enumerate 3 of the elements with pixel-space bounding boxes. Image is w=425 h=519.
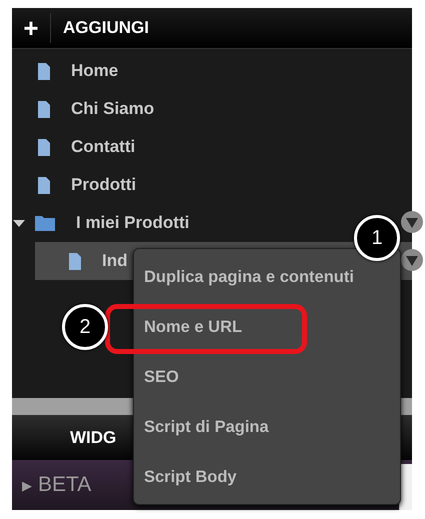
beta-label: BETA <box>38 473 92 497</box>
widgets-title: WIDG <box>70 428 116 448</box>
header-title: AGGIUNGI <box>63 18 149 38</box>
